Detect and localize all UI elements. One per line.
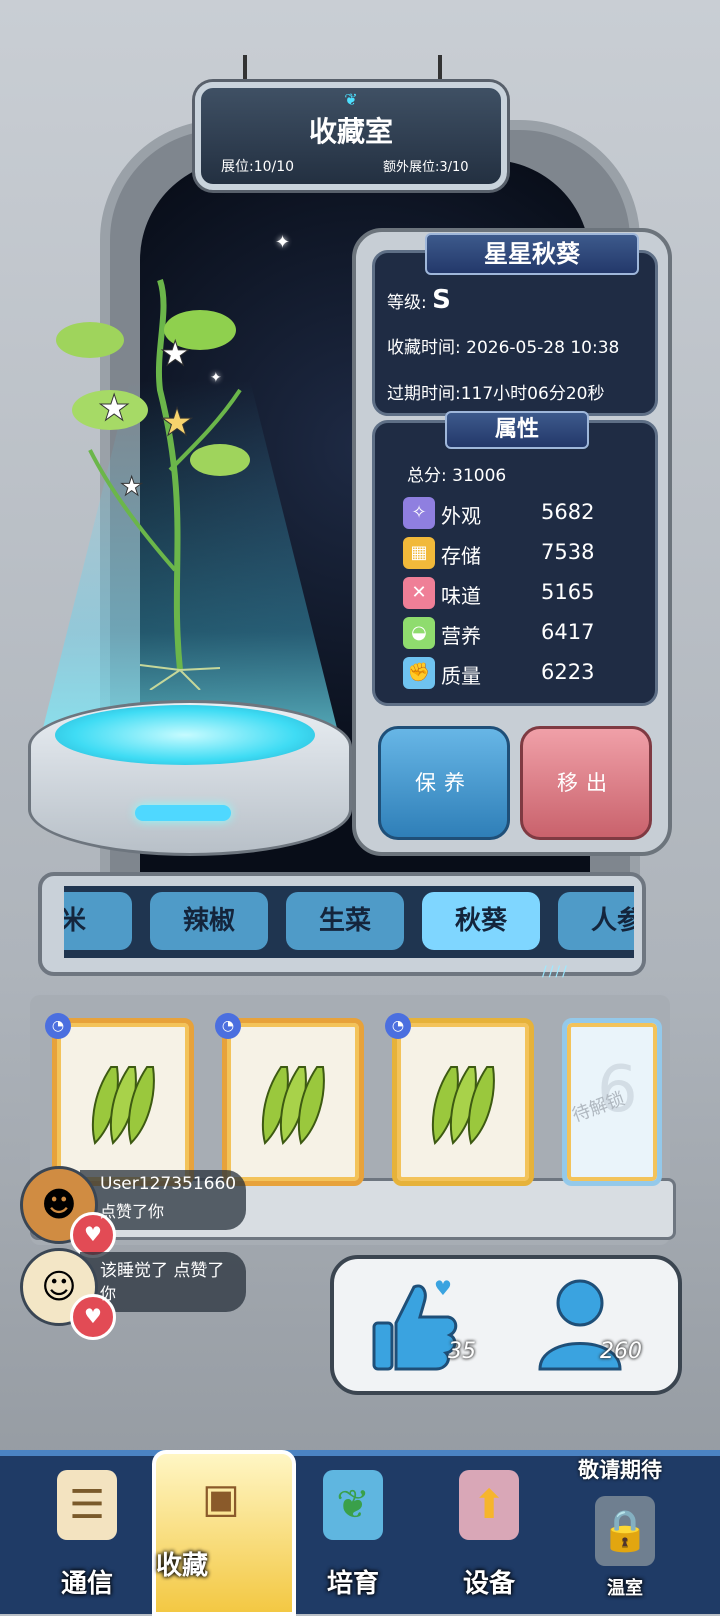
grade-value: S — [432, 285, 451, 315]
attribute-label: 味道 — [441, 584, 481, 608]
clock-icon: ◔ — [215, 1013, 241, 1039]
clock-icon: ◔ — [385, 1013, 411, 1039]
nav-label: 收藏 — [156, 1551, 209, 1581]
collect-time-row: 收藏时间: 2026-05-28 10:38 — [387, 333, 619, 358]
attribute-value: 6417 — [541, 620, 595, 644]
nav-label: 培育 — [326, 1569, 379, 1599]
attribute-value: 6223 — [541, 660, 595, 684]
follower-count: 260 — [600, 1339, 642, 1364]
box-icon: ▣ — [202, 1476, 240, 1522]
nav-label: 温室 — [607, 1578, 643, 1599]
plant-name: 星星秋葵 — [425, 233, 639, 275]
slot-count: 展位:10/10 — [221, 159, 295, 175]
like-notification[interactable]: ☺ ♥ 该睡觉了 点赞了 你 — [20, 1248, 246, 1340]
locked-slot-card[interactable]: 6 待解锁 — [562, 1018, 662, 1186]
attribute-label: 外观 — [441, 504, 481, 528]
utensils-icon: ✕ — [403, 577, 435, 609]
upgrade-arrow-icon: ⬆ — [459, 1470, 519, 1540]
nav-label: 设备 — [462, 1569, 515, 1599]
social-panel: ♥ 35 260 — [330, 1255, 682, 1395]
notification-user: 该睡觉了 点赞了 — [100, 1261, 225, 1281]
star-icon: ✦ — [275, 232, 291, 253]
thumbs-up-icon[interactable]: ♥ — [370, 1273, 460, 1373]
care-button[interactable]: 保养 — [378, 726, 510, 840]
clock-icon: ◔ — [45, 1013, 71, 1039]
total-score: 总分: 31006 — [407, 461, 506, 486]
notification-message: 你 — [100, 1284, 117, 1303]
okra-card[interactable]: ◔ — [215, 1013, 364, 1186]
lock-icon: 🔒 — [595, 1496, 655, 1566]
expire-time-value: 117小时06分20秒 — [460, 384, 605, 404]
nav-equipment[interactable]: ⬆ 设备 — [424, 1456, 554, 1614]
expire-time-row: 过期时间:117小时06分20秒 — [387, 379, 604, 404]
nav-collection[interactable]: ▣ 收藏 — [152, 1450, 296, 1616]
page-title: 收藏室 — [308, 115, 393, 148]
attribute-label: 营养 — [441, 624, 481, 648]
extra-slot-count: 额外展位:3/10 — [383, 160, 469, 175]
svg-text:★: ★ — [120, 472, 143, 502]
category-tab-lettuce[interactable]: 生菜 — [286, 892, 404, 950]
pedestal-light — [135, 805, 231, 821]
notification-message: 点赞了你 — [100, 1202, 165, 1221]
attribute-label: 存储 — [441, 544, 481, 568]
okra-card[interactable]: ◔ — [45, 1013, 194, 1186]
grade-row: 等级: S — [387, 285, 451, 315]
attribute-label: 质量 — [441, 664, 481, 688]
attribute-row-quality: ✊ 质量 6223 — [403, 657, 643, 693]
sprout-jar-icon: ❦ — [323, 1470, 383, 1540]
total-score-value: 31006 — [452, 466, 507, 486]
okra-plant-image: ★ ★ ★ ★ — [56, 279, 250, 690]
hanging-wire — [438, 55, 442, 85]
category-tab-rice[interactable]: 米 — [64, 892, 132, 950]
plant-info-panel: 星星秋葵 等级: S 收藏时间: 2026-05-28 10:38 过期时间:1… — [352, 228, 672, 856]
sprout-icon: ❦ — [344, 90, 358, 109]
grade-label: 等级: — [387, 293, 427, 313]
plant-info-box: 星星秋葵 等级: S 收藏时间: 2026-05-28 10:38 过期时间:1… — [372, 233, 658, 416]
svg-text:★: ★ — [160, 334, 190, 374]
crate-icon: ▦ — [403, 537, 435, 569]
attribute-row-nutrition: ◒ 营养 6417 — [403, 617, 643, 653]
collect-time-value: 2026-05-28 10:38 — [466, 338, 620, 358]
okra-card-selected[interactable]: ◔ — [385, 1013, 534, 1186]
attribute-value: 5682 — [541, 500, 595, 524]
hanging-wire — [243, 55, 247, 85]
okra-icon — [91, 1066, 155, 1145]
category-tab-chili[interactable]: 辣椒 — [150, 892, 268, 950]
svg-text:★: ★ — [160, 400, 194, 444]
category-tab-ginseng[interactable]: 人参 — [558, 892, 634, 950]
collect-time-label: 收藏时间: — [387, 338, 461, 358]
svg-text:♥: ♥ — [434, 1276, 452, 1300]
category-bar: 米 辣椒 生菜 秋葵 人参 //// — [38, 872, 646, 980]
title-plate: ❦ 收藏室 展位:10/10 额外展位:3/10 — [195, 82, 507, 190]
category-strip[interactable]: 米 辣椒 生菜 秋葵 人参 — [64, 886, 634, 958]
attribute-value: 7538 — [541, 540, 595, 564]
muscle-icon: ✊ — [403, 657, 435, 689]
attribute-value: 5165 — [541, 580, 595, 604]
okra-icon — [431, 1066, 495, 1145]
attributes-box: 属性 总分: 31006 ✧ 外观 5682 ▦ 存储 7538 ✕ 味道 51… — [372, 411, 658, 706]
clipboard-icon: ☰ — [57, 1470, 117, 1540]
nav-label: 通信 — [60, 1569, 113, 1599]
nav-breeding[interactable]: ❦ 培育 — [288, 1456, 418, 1614]
attribute-row-appearance: ✧ 外观 5682 — [403, 497, 643, 533]
attribute-row-taste: ✕ 味道 5165 — [403, 577, 643, 613]
sparkle-icon: ✧ — [403, 497, 435, 529]
like-notification[interactable]: ☻ ♥ User127351660 点赞了你 — [20, 1166, 246, 1258]
okra-icon — [261, 1066, 325, 1145]
nav-communication[interactable]: ☰ 通信 — [22, 1456, 152, 1614]
attributes-title: 属性 — [445, 411, 589, 449]
fruit-bowl-icon: ◒ — [403, 617, 435, 649]
attribute-row-storage: ▦ 存储 7538 — [403, 537, 643, 573]
svg-text:★: ★ — [98, 388, 130, 429]
like-count: 35 — [448, 1339, 476, 1364]
scroll-indicator: //// — [542, 964, 569, 980]
coming-soon-label: 敬请期待 — [578, 1458, 662, 1482]
category-tab-okra[interactable]: 秋葵 — [422, 892, 540, 950]
expire-time-label: 过期时间: — [387, 384, 461, 404]
total-score-label: 总分: — [407, 466, 447, 486]
remove-button[interactable]: 移出 — [520, 726, 652, 840]
pedestal-glow — [55, 705, 315, 765]
notification-user: User127351660 — [100, 1174, 237, 1194]
